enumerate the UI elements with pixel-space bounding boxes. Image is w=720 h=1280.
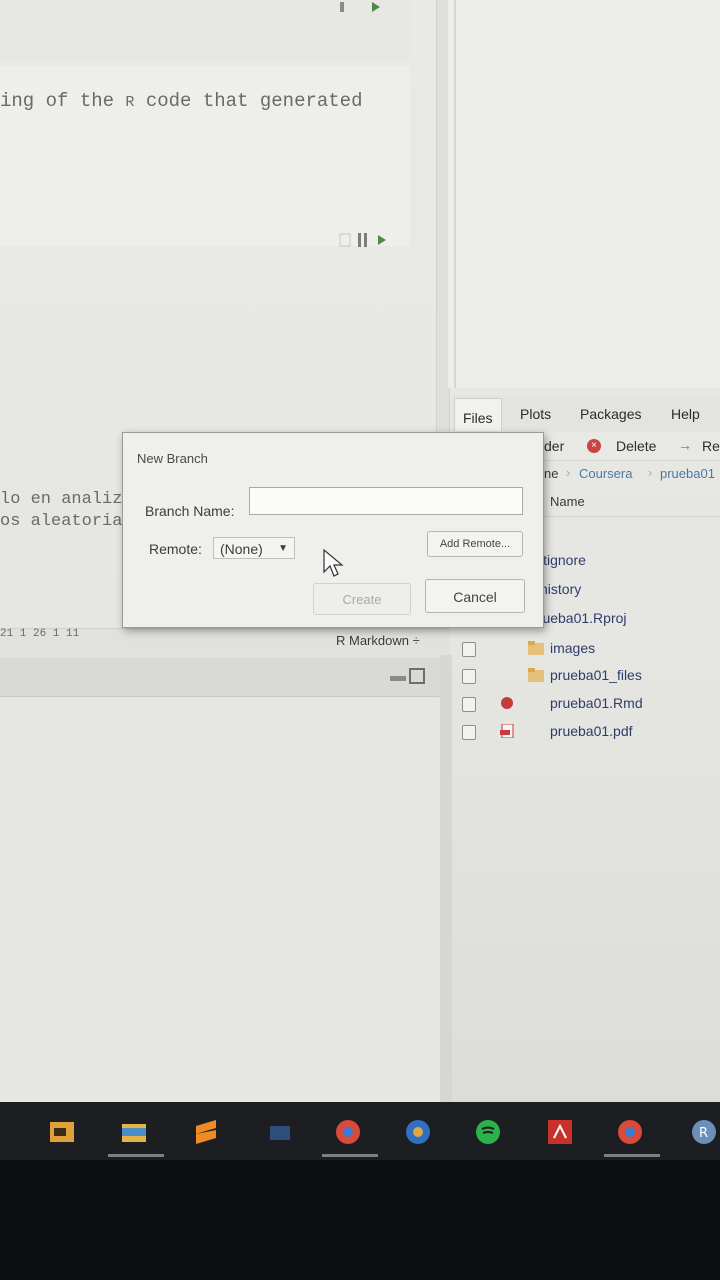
chevron-down-icon: ▼ xyxy=(278,543,288,554)
file-checkbox[interactable] xyxy=(462,697,476,712)
taskbar-active-indicator xyxy=(322,1154,378,1157)
dialog-title: New Branch xyxy=(137,451,208,466)
file-name[interactable]: history xyxy=(540,581,581,597)
new-folder-button[interactable]: der xyxy=(544,438,564,454)
remote-label: Remote: xyxy=(149,541,202,557)
screen: ing of the R code that generated Files P… xyxy=(0,0,720,1110)
tab-help[interactable]: Help xyxy=(671,406,700,422)
rmd-icon xyxy=(501,697,513,709)
file-checkbox[interactable] xyxy=(462,642,474,655)
breadcrumb-separator: › xyxy=(566,465,571,480)
file-checkbox[interactable] xyxy=(462,669,476,684)
chrome-icon[interactable] xyxy=(334,1118,362,1146)
files-pane-tabs: Files Plots Packages Help xyxy=(452,396,720,433)
taskbar-active-indicator xyxy=(108,1154,164,1157)
monitor-bezel xyxy=(0,1160,720,1280)
rename-button[interactable]: Re xyxy=(702,438,720,454)
chunk-run-icon[interactable] xyxy=(338,230,398,250)
files-toolbar: der × Delete → Re xyxy=(540,432,720,461)
remote-select[interactable]: (None) ▼ xyxy=(213,537,295,559)
code-line: ing of the R code that generated xyxy=(0,90,363,112)
mouse-cursor-icon xyxy=(323,548,344,577)
file-name[interactable]: prueba01.Rproj xyxy=(530,610,627,626)
app-icon[interactable] xyxy=(266,1118,294,1146)
file-name[interactable]: prueba01.Rmd xyxy=(528,695,643,711)
maximize-icon[interactable] xyxy=(390,668,430,686)
tab-packages[interactable]: Packages xyxy=(580,406,641,422)
console-header xyxy=(0,658,450,697)
delete-icon: × xyxy=(587,439,601,453)
run-arrows-icon[interactable] xyxy=(338,0,388,14)
taskbar: R xyxy=(0,1102,720,1160)
column-header-name[interactable]: Name xyxy=(540,486,720,517)
breadcrumb-current[interactable]: prueba01 xyxy=(660,466,715,481)
sublime-icon[interactable] xyxy=(192,1118,220,1146)
chrome-canary-icon[interactable] xyxy=(404,1118,432,1146)
pane-splitter[interactable] xyxy=(440,655,452,1110)
new-branch-dialog: New Branch Branch Name: Remote: (None) ▼… xyxy=(122,432,544,628)
add-remote-button[interactable]: Add Remote... xyxy=(427,531,523,557)
pdf-icon xyxy=(500,724,514,738)
file-explorer-icon[interactable] xyxy=(48,1118,76,1146)
file-name[interactable]: prueba01.pdf xyxy=(528,723,633,739)
rename-arrow-icon: → xyxy=(678,437,692,453)
taskbar-active-indicator xyxy=(604,1154,660,1157)
file-checkbox[interactable] xyxy=(462,725,476,740)
tab-files[interactable]: Files xyxy=(454,398,502,431)
environment-pane xyxy=(448,0,720,388)
file-name[interactable]: prueba01_files xyxy=(528,667,642,683)
file-name[interactable]: images xyxy=(528,640,595,656)
breadcrumb-separator: › xyxy=(648,465,653,480)
console-line: os aleatoriar xyxy=(0,512,133,531)
console-pane[interactable] xyxy=(0,698,444,1110)
spotify-icon[interactable] xyxy=(474,1118,502,1146)
breadcrumb: ne › Coursera › prueba01 xyxy=(540,460,720,486)
r-icon[interactable]: R xyxy=(690,1118,718,1146)
breadcrumb-coursera[interactable]: Coursera xyxy=(579,466,632,481)
file-row[interactable]: images xyxy=(452,636,720,663)
chrome-icon[interactable] xyxy=(616,1118,644,1146)
acrobat-icon[interactable] xyxy=(546,1118,574,1146)
line-numbers: 21 1 26 1 11 xyxy=(0,628,80,640)
editor-toolbar xyxy=(0,0,410,60)
file-row[interactable]: prueba01.Rmd xyxy=(452,691,720,718)
delete-button[interactable]: Delete xyxy=(616,438,656,454)
tab-plots[interactable]: Plots xyxy=(520,406,551,422)
doc-type-selector[interactable]: R Markdown ÷ xyxy=(336,633,420,648)
console-line: lo en analiza xyxy=(0,490,133,509)
file-row[interactable]: prueba01_files xyxy=(452,663,720,690)
create-button[interactable]: Create xyxy=(313,583,411,615)
cancel-button[interactable]: Cancel xyxy=(425,579,525,613)
file-row[interactable]: prueba01.pdf xyxy=(452,719,720,746)
folder-icon[interactable] xyxy=(120,1118,148,1146)
file-name[interactable]: itignore xyxy=(540,552,586,568)
breadcrumb-home[interactable]: ne xyxy=(544,466,558,481)
branch-name-label: Branch Name: xyxy=(145,503,235,519)
branch-name-input[interactable] xyxy=(249,487,523,515)
svg-text:R: R xyxy=(699,1126,708,1141)
